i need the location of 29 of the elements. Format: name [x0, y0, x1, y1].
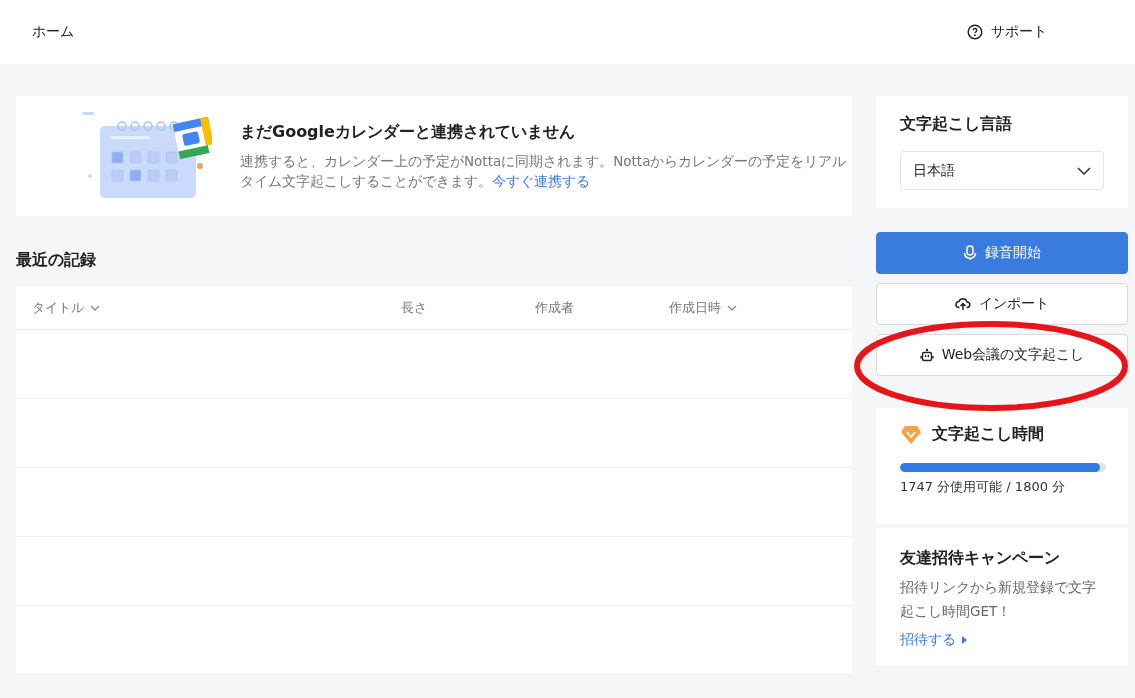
robot-icon	[919, 348, 934, 362]
help-icon	[967, 24, 983, 40]
chevron-down-icon	[727, 305, 737, 311]
language-dropdown[interactable]: 日本語	[900, 151, 1104, 190]
column-header[interactable]: 作成日時	[669, 299, 737, 317]
card-title: 友達招待キャンペーン	[900, 548, 1061, 569]
usage-reading: 1747 分使用可能 / 1800 分	[900, 478, 1067, 496]
section-title: 最近の記録	[16, 250, 97, 271]
card-title: 文字起こし時間	[932, 424, 1044, 445]
connect-link[interactable]: 今すぐ連携する	[492, 172, 590, 189]
column-header[interactable]: タイトル	[32, 299, 401, 317]
meeting-button[interactable]: Web会議の文字起こし	[876, 334, 1128, 376]
column-header: 長さ	[401, 299, 428, 317]
invite-link[interactable]: 招待する	[900, 631, 1104, 649]
caret-right-icon	[962, 636, 967, 644]
invite-description: 招待リンクから新規登録で文字起こし時間GET！	[900, 578, 1097, 621]
home-link[interactable]: ホーム	[32, 23, 74, 41]
support-link[interactable]: サポート	[967, 23, 1047, 41]
card-title: 文字起こし言語	[900, 114, 1013, 135]
chevron-down-icon	[90, 305, 100, 311]
import-button[interactable]: インポート	[876, 283, 1128, 325]
microphone-icon	[963, 245, 977, 261]
banner-title: まだGoogleカレンダーと連携されていません	[240, 121, 576, 143]
record-button[interactable]: 録音開始	[876, 232, 1128, 274]
chevron-down-icon	[1077, 166, 1091, 175]
cloud-upload-icon	[955, 297, 971, 311]
diamond-icon	[900, 424, 922, 445]
banner-description: 連携すると、カレンダー上の予定がNottaに同期されます。Nottaからカレンダーの予定をリアルタイム文字起こしすることができます。今すぐ連携する	[240, 151, 848, 191]
column-header: 作成者	[535, 299, 575, 317]
